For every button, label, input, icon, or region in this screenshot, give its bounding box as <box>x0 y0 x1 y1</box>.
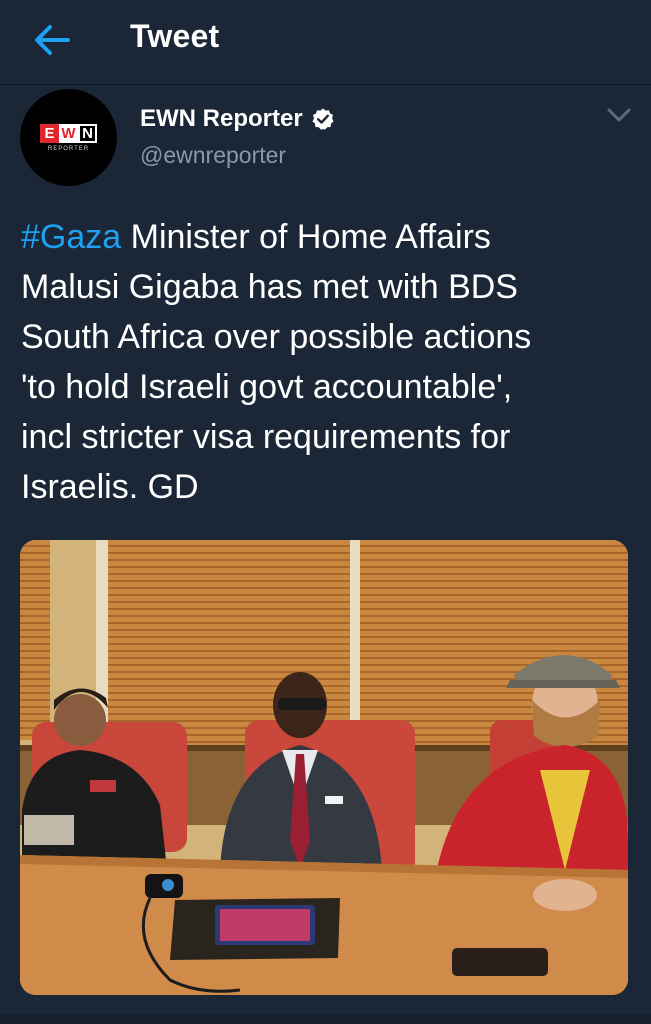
tweet-author-row: E W N REPORTER EWN Reporter @ewnreporter <box>0 86 651 196</box>
logo-letter-n: N <box>78 123 97 143</box>
ewn-logo: E W N <box>40 123 97 143</box>
tweet-photo[interactable] <box>20 540 628 995</box>
author-display-name[interactable]: EWN Reporter <box>140 105 303 133</box>
divider <box>0 1014 651 1024</box>
tweet-text: #Gaza Minister of Home Affairs Malusi Gi… <box>21 212 636 512</box>
tweet-line: Minister of Home Affairs <box>121 218 491 256</box>
chevron-down-icon[interactable] <box>606 106 632 124</box>
author-handle[interactable]: @ewnreporter <box>140 142 286 169</box>
verified-badge-icon <box>312 108 334 130</box>
tweet-line: Israelis. GD <box>21 468 199 506</box>
back-button[interactable] <box>28 20 76 60</box>
photo-icon <box>20 540 628 995</box>
top-bar: Tweet <box>0 0 651 85</box>
avatar[interactable]: E W N REPORTER <box>20 89 117 186</box>
tweet-line: 'to hold Israeli govt accountable', <box>21 368 513 406</box>
logo-letter-e: E <box>40 123 59 143</box>
author-name-row: EWN Reporter <box>140 105 335 133</box>
tweet-line: South Africa over possible actions <box>21 318 532 356</box>
arrow-left-icon <box>35 25 70 55</box>
logo-subtitle: REPORTER <box>47 145 90 152</box>
tweet-line: Malusi Gigaba has met with BDS <box>21 268 518 306</box>
hashtag-link[interactable]: #Gaza <box>21 218 121 256</box>
page-title: Tweet <box>130 18 220 54</box>
tweet-line: incl stricter visa requirements for <box>21 418 511 456</box>
logo-letter-w: W <box>59 123 78 143</box>
